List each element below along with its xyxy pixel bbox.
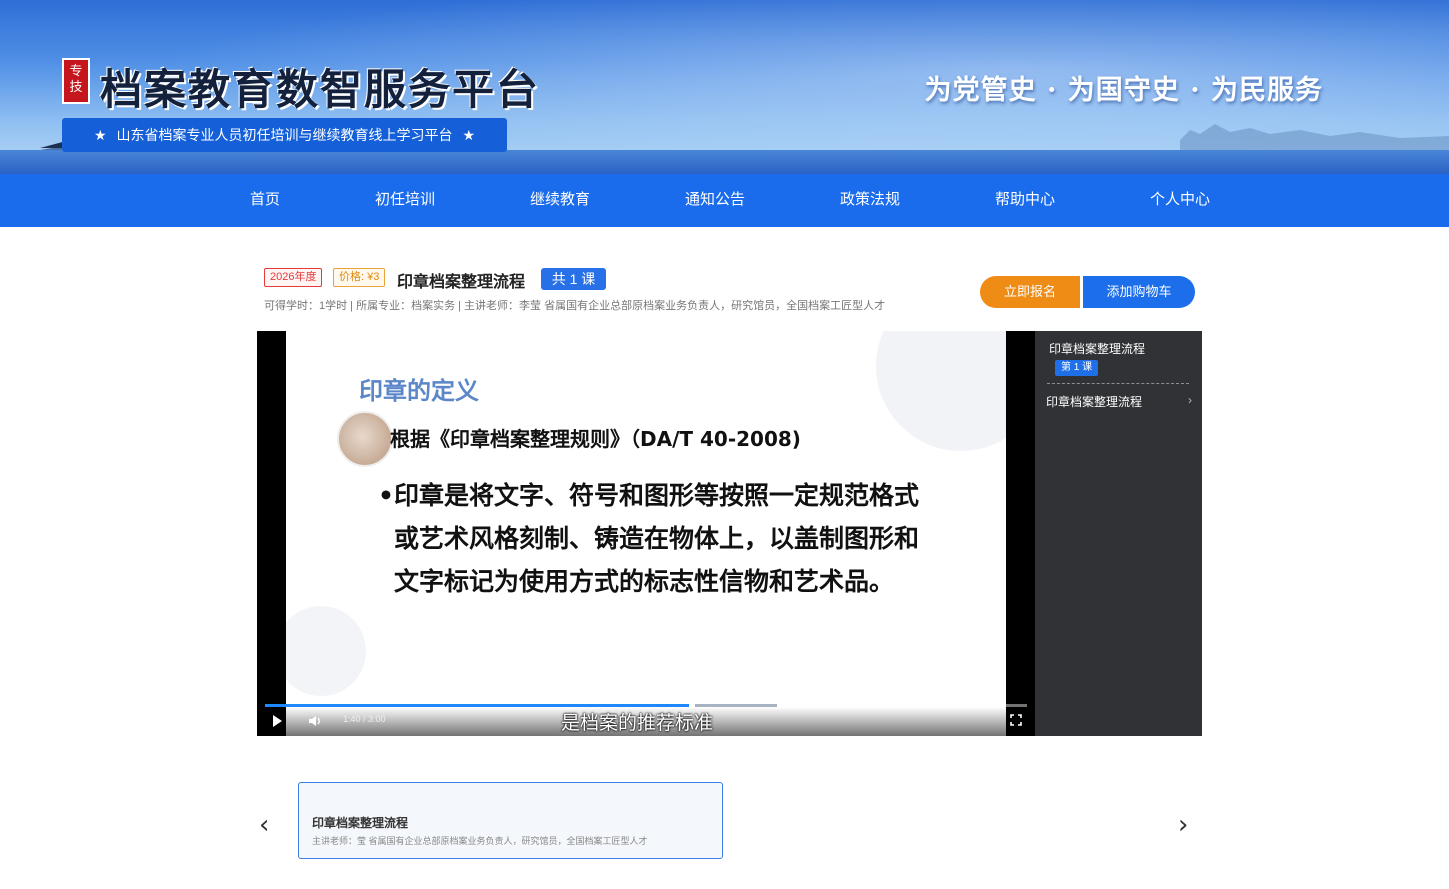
playlist-divider — [1047, 383, 1189, 384]
price-tag: 价格: ¥3 — [333, 268, 386, 287]
progress-buffer — [695, 704, 777, 707]
card-lecturer: 主讲老师：莹 省属国有企业总部原档案业务负责人，研究馆员，全国档案工匠型人才 — [312, 836, 648, 846]
slide-body: • 印章是将文字、符号和图形等按照一定规范格式或艺术风格刻制、铸造在物体上，以盖… — [378, 474, 934, 603]
banner-sea — [0, 150, 1449, 174]
video-player[interactable]: 印章的定义 根据《印章档案整理规则》（DA/T 40-2008) • 印章是将文… — [257, 331, 1035, 736]
platform-subtitle-text: 山东省档案专业人员初任培训与继续教育线上学习平台 — [116, 127, 453, 143]
star-icon: ★ — [93, 126, 107, 143]
progress-fill — [265, 704, 689, 707]
star-icon: ★ — [462, 126, 476, 143]
playlist-item-label: 印章档案整理流程 — [1046, 395, 1143, 409]
time-display: 1:40 / 3:00 — [343, 714, 386, 724]
video-frame: 印章的定义 根据《印章档案整理规则》（DA/T 40-2008) • 印章是将文… — [286, 331, 1006, 736]
slide-body-text: 印章是将文字、符号和图形等按照一定规范格式或艺术风格刻制、铸造在物体上，以盖制图… — [394, 481, 920, 596]
nav-notices[interactable]: 通知公告 — [685, 174, 745, 227]
slide-reference: 根据《印章档案整理规则》（DA/T 40-2008) — [390, 427, 801, 451]
platform-subtitle: ★ 山东省档案专业人员初任培训与继续教育线上学习平台 ★ — [62, 118, 507, 152]
subtitle-caption: 是档案的推荐标准 — [561, 712, 714, 734]
site-title: 档案教育数智服务平台 — [100, 65, 541, 114]
playlist-item[interactable]: 印章档案整理流程 › — [1046, 393, 1192, 411]
nav-help-center[interactable]: 帮助中心 — [995, 174, 1055, 227]
course-card[interactable]: 印章档案整理流程 主讲老师：莹 省属国有企业总部原档案业务负责人，研究馆员，全国… — [298, 782, 723, 859]
nav-policies[interactable]: 政策法规 — [840, 174, 900, 227]
card-title: 印章档案整理流程 — [312, 816, 409, 830]
carousel-next-icon[interactable]: › — [1178, 812, 1188, 838]
main-nav: 首页 初任培训 继续教育 通知公告 政策法规 帮助中心 个人中心 — [0, 174, 1449, 227]
lesson-badge: 第 1 课 — [1055, 360, 1099, 376]
chevron-right-icon: › — [1188, 393, 1192, 407]
play-icon[interactable] — [273, 715, 282, 727]
carousel-prev-icon[interactable]: ‹ — [259, 812, 269, 838]
volume-icon[interactable] — [307, 713, 323, 729]
logo-seal: 专技 — [62, 58, 90, 104]
slide-bullet: • — [378, 481, 394, 510]
nav-continuing-education[interactable]: 继续教育 — [530, 174, 590, 227]
course-title: 印章档案整理流程 — [397, 274, 526, 291]
stamp-image — [337, 411, 393, 467]
year-tag: 2026年度 — [264, 268, 323, 287]
slide-decoration — [876, 331, 1006, 451]
nav-home[interactable]: 首页 — [250, 174, 280, 227]
playlist-panel: 印章档案整理流程 第 1 课 印章档案整理流程 › — [1035, 331, 1202, 736]
course-meta: 可得学时：1学时 | 所属专业：档案实务 | 主讲老师：李莹 省属国有企业总部原… — [264, 300, 886, 312]
lesson-count-badge: 共 1 课 — [541, 268, 606, 290]
slogan: 为党管史 · 为国守史 · 为民服务 — [924, 75, 1323, 106]
enroll-button[interactable]: 立即报名 — [980, 276, 1080, 308]
playlist-course-title: 印章档案整理流程 — [1049, 342, 1146, 356]
slide-decoration — [286, 606, 366, 696]
slide-heading: 印章的定义 — [359, 377, 479, 405]
nav-initial-training[interactable]: 初任培训 — [375, 174, 435, 227]
nav-personal-center[interactable]: 个人中心 — [1150, 174, 1210, 227]
add-to-cart-button[interactable]: 添加购物车 — [1083, 276, 1195, 308]
fullscreen-icon[interactable] — [1010, 714, 1022, 726]
